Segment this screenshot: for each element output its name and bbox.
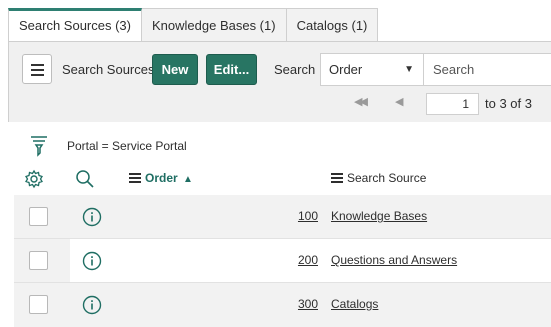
filter-breadcrumb[interactable]: Portal = Service Portal bbox=[67, 139, 187, 153]
search-field-value: Order bbox=[329, 62, 363, 77]
search-input[interactable]: Search bbox=[423, 53, 551, 86]
tab-knowledge-bases[interactable]: Knowledge Bases (1) bbox=[142, 8, 287, 41]
search-source-link[interactable]: Catalogs bbox=[331, 297, 378, 311]
search-icon[interactable] bbox=[75, 169, 95, 194]
column-header-search-source[interactable]: Search Source bbox=[331, 171, 426, 185]
column-menu-icon[interactable] bbox=[129, 173, 141, 184]
tab-bar: Search Sources (3) Knowledge Bases (1) C… bbox=[8, 8, 379, 42]
first-page-icon[interactable]: ◀◀ bbox=[354, 95, 368, 108]
search-source-link[interactable]: Questions and Answers bbox=[331, 253, 457, 267]
hamburger-icon bbox=[31, 64, 44, 66]
row-checkbox[interactable] bbox=[29, 295, 48, 314]
column-header-order-label: Order bbox=[145, 171, 178, 185]
column-header-order[interactable]: Order ▲ bbox=[129, 171, 193, 185]
tab-catalogs[interactable]: Catalogs (1) bbox=[286, 8, 379, 41]
tab-search-sources[interactable]: Search Sources (3) bbox=[8, 8, 142, 42]
list-context-menu-button[interactable] bbox=[22, 54, 52, 84]
info-icon[interactable] bbox=[82, 207, 102, 232]
info-icon[interactable] bbox=[82, 251, 102, 276]
table-row: 300 Catalogs bbox=[14, 283, 551, 327]
row-checkbox[interactable] bbox=[29, 251, 48, 270]
previous-page-icon[interactable]: ◀ bbox=[395, 95, 403, 108]
new-button[interactable]: New bbox=[152, 54, 198, 85]
chevron-down-icon: ▼ bbox=[404, 64, 414, 75]
filter-icon[interactable] bbox=[30, 136, 48, 163]
info-icon[interactable] bbox=[82, 295, 102, 320]
pagination-range: to 3 of 3 bbox=[485, 96, 532, 111]
search-label: Search bbox=[274, 62, 316, 77]
sort-ascending-icon: ▲ bbox=[183, 174, 193, 185]
order-value[interactable]: 100 bbox=[298, 209, 318, 223]
search-field-select[interactable]: Order ▼ bbox=[320, 53, 424, 86]
column-menu-icon[interactable] bbox=[331, 173, 343, 184]
page-number-input[interactable]: 1 bbox=[426, 93, 479, 115]
column-header-search-source-label: Search Source bbox=[347, 171, 427, 185]
row-checkbox[interactable] bbox=[29, 207, 48, 226]
hamburger-icon-line bbox=[31, 74, 44, 76]
order-value[interactable]: 200 bbox=[298, 253, 318, 267]
table-row: 100 Knowledge Bases bbox=[14, 195, 551, 239]
list-toolbar: Search Sources New Edit... Search Order … bbox=[8, 42, 551, 122]
gear-icon[interactable] bbox=[24, 169, 44, 194]
order-value[interactable]: 300 bbox=[298, 297, 318, 311]
table-row: 200 Questions and Answers bbox=[14, 239, 551, 283]
list-title: Search Sources bbox=[62, 62, 155, 77]
search-source-link[interactable]: Knowledge Bases bbox=[331, 209, 427, 223]
edit-button[interactable]: Edit... bbox=[206, 54, 257, 85]
hamburger-icon-line bbox=[31, 69, 44, 71]
